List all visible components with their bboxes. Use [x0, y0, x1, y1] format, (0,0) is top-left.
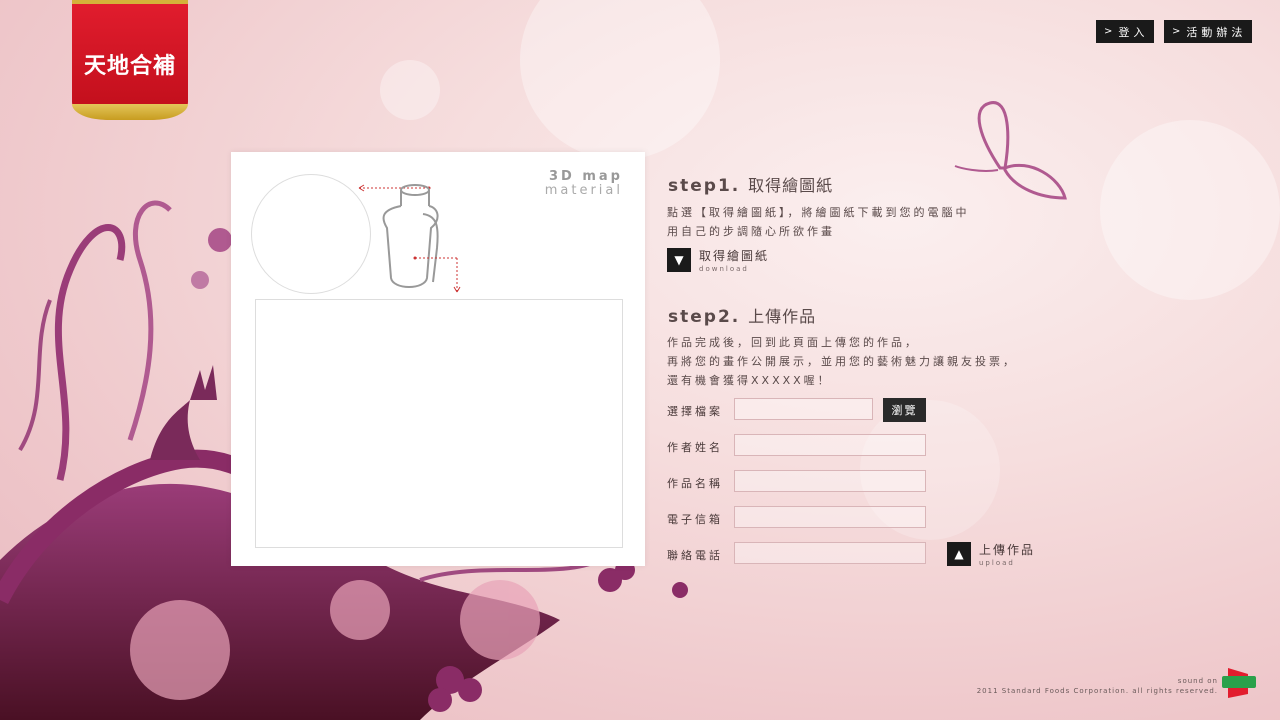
jar-icon [358, 184, 461, 293]
brand-logo-text: 天地合補 [83, 53, 176, 79]
step2-desc-line1: 作品完成後，回到此頁面上傳您的作品， [667, 336, 919, 349]
upload-label[interactable]: 上傳作品 [979, 541, 1035, 558]
chevron-right-icon: > [1104, 26, 1113, 37]
label-template-area [255, 299, 623, 548]
step2-title: step2. 上傳作品 [668, 303, 816, 327]
file-label: 選擇檔案 [667, 405, 723, 418]
step1-title-en: step1. [668, 176, 741, 196]
chevron-right-icon: > [1172, 26, 1181, 37]
brand-logo[interactable]: 天地合補 [72, 0, 188, 120]
step2-desc-line3: 還有機會獲得XXXXX喔！ [667, 374, 832, 387]
work-label: 作品名稱 [667, 477, 723, 490]
phone-label: 聯絡電話 [667, 549, 723, 562]
step2-desc-line2: 再將您的畫作公開展示，並用您的藝術魅力讓親友投票， [667, 355, 1017, 368]
map-material-panel: 3D map material [231, 152, 645, 566]
upload-button[interactable]: ▲ [947, 542, 971, 566]
copyright-text: 2011 Standard Foods Corporation. all rig… [976, 687, 1218, 695]
file-input[interactable] [734, 398, 873, 420]
footer: sound on 2011 Standard Foods Corporation… [977, 676, 1218, 696]
panel-title: 3D map material [545, 170, 623, 198]
download-arrow-icon: ▼ [674, 253, 684, 267]
standard-foods-logo[interactable] [1222, 666, 1256, 700]
phone-input[interactable] [734, 542, 926, 564]
upload-sublabel: upload [979, 559, 1015, 567]
butterfly-illustration [954, 101, 1067, 200]
step1-title: step1. 取得繪圖紙 [668, 172, 833, 196]
email-label: 電子信箱 [667, 513, 723, 526]
download-sublabel: download [699, 265, 749, 273]
event-rules-label: 活動辦法 [1186, 25, 1247, 39]
login-button[interactable]: > 登入 [1096, 20, 1154, 43]
download-button[interactable]: ▼ [667, 248, 691, 272]
author-label: 作者姓名 [667, 441, 723, 454]
work-name-input[interactable] [734, 470, 926, 492]
step1-desc-line2: 用自己的步調隨心所欲作畫 [667, 225, 835, 238]
upload-arrow-icon: ▲ [954, 547, 964, 561]
download-label[interactable]: 取得繪圖紙 [699, 247, 769, 264]
step2-title-zh: 上傳作品 [748, 307, 817, 326]
author-name-input[interactable] [734, 434, 926, 456]
step1-desc-line1: 點選【取得繪圖紙】，將繪圖紙下載到您的電腦中 [667, 206, 970, 219]
sound-toggle[interactable]: sound on [977, 676, 1218, 686]
event-rules-button[interactable]: > 活動辦法 [1164, 20, 1252, 43]
step1-title-zh: 取得繪圖紙 [748, 176, 834, 195]
step2-title-en: step2. [668, 307, 741, 327]
login-label: 登入 [1118, 25, 1149, 39]
panel-title-line1: 3D map [549, 169, 623, 184]
bokeh-decoration [1100, 120, 1280, 300]
step1-description: 點選【取得繪圖紙】，將繪圖紙下載到您的電腦中 用自己的步調隨心所欲作畫 [667, 203, 970, 241]
step2-description: 作品完成後，回到此頁面上傳您的作品， 再將您的畫作公開展示，並用您的藝術魅力讓親… [667, 333, 1017, 390]
panel-title-line2: material [544, 183, 623, 198]
email-input[interactable] [734, 506, 926, 528]
browse-button[interactable]: 瀏覽 [883, 398, 926, 422]
